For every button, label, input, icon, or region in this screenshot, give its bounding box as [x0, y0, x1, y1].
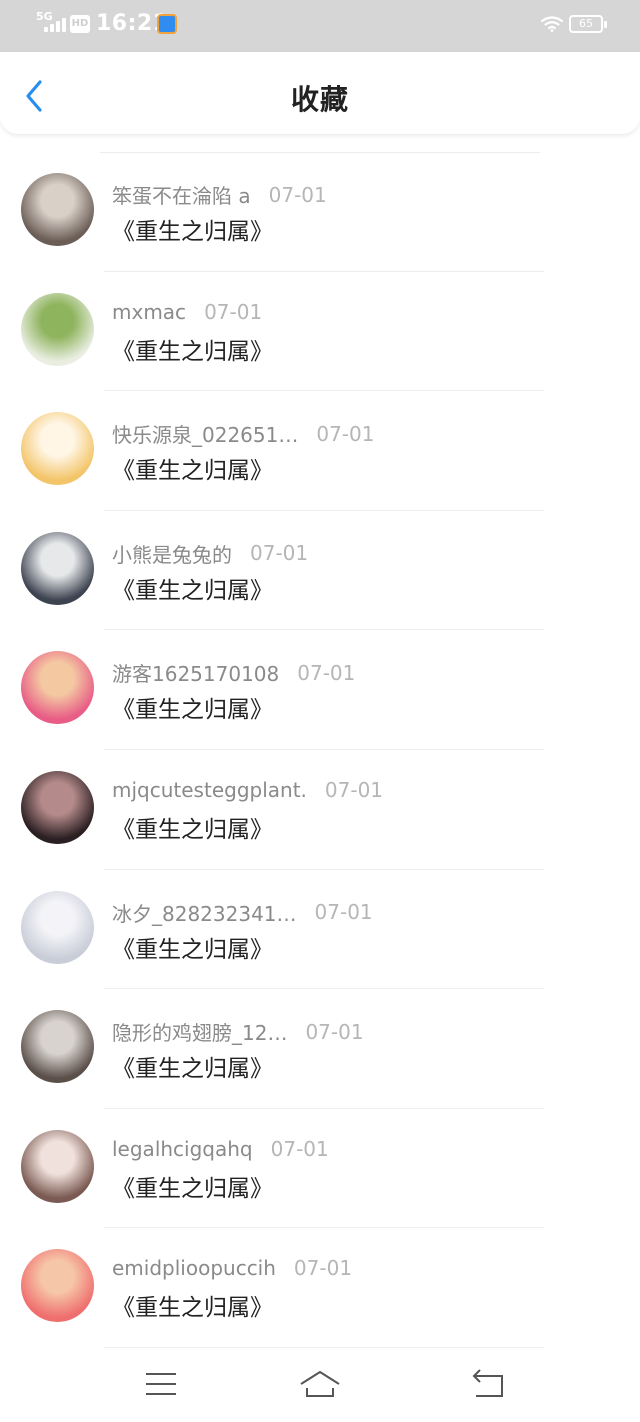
page-title: 收藏	[290, 83, 349, 116]
home-icon	[300, 1371, 340, 1397]
book-title[interactable]: 《重生之归属》	[112, 212, 273, 246]
favorites-list: 笨蛋不在淪陷 a 07-01 《重生之归属》 mxmac 07-01 《重生之归属》 快乐源…	[0, 152, 640, 1348]
item-meta: 小熊是兔兔的 07-01	[112, 539, 308, 567]
username: legalhcigqahq	[112, 1136, 253, 1161]
username: 游客1625170108	[112, 662, 280, 687]
item-meta: 快乐源泉_022651… 07-01	[112, 419, 375, 448]
item-meta: mjqcutesteggplant. 07-01	[112, 778, 383, 806]
book-title[interactable]: 《重生之归属》	[112, 930, 273, 964]
list-item[interactable]: 隐形的鸡翅膀_12… 07-01 《重生之归属》	[0, 989, 640, 1109]
list-item[interactable]: mjqcutesteggplant. 07-01 《重生之归属》	[0, 750, 640, 870]
avatar[interactable]	[21, 173, 94, 246]
username: 小熊是兔兔的	[112, 542, 232, 567]
list-item[interactable]: 小熊是兔兔的 07-01 《重生之归属》	[0, 511, 640, 631]
date: 07-01	[305, 1019, 364, 1044]
avatar[interactable]	[21, 651, 94, 725]
hd-icon: HD	[70, 15, 90, 33]
avatar[interactable]	[21, 412, 94, 486]
avatar[interactable]	[21, 1129, 94, 1203]
date: 07-01	[270, 1136, 329, 1161]
date: 07-01	[268, 182, 327, 207]
system-navigation-bar	[0, 1350, 640, 1422]
username: 笨蛋不在淪陷 a	[112, 184, 251, 208]
username: mjqcutesteggplant.	[112, 777, 307, 802]
list-item[interactable]: 游客1625170108 07-01 《重生之归属》	[0, 630, 640, 750]
divider	[104, 1346, 544, 1348]
date: 07-01	[297, 660, 356, 685]
avatar[interactable]	[21, 770, 94, 844]
list-item[interactable]: emidplioopuccih 07-01 《重生之归属》	[0, 1228, 640, 1348]
book-title[interactable]: 《重生之归属》	[112, 1288, 273, 1322]
avatar[interactable]	[21, 1249, 94, 1323]
item-meta: 冰夕_828232341… 07-01	[112, 898, 373, 926]
app-notification-icon	[157, 14, 177, 34]
list-item[interactable]: legalhcigqahq 07-01 《重生之归属》	[0, 1109, 640, 1229]
network-type: 5G	[36, 10, 53, 23]
username: emidplioopuccih	[112, 1256, 276, 1281]
list-item[interactable]: 笨蛋不在淪陷 a 07-01 《重生之归属》	[0, 152, 640, 272]
book-title[interactable]: 《重生之归属》	[112, 571, 273, 605]
username: 冰夕_828232341…	[112, 901, 297, 926]
avatar[interactable]	[21, 292, 94, 366]
favorites-screen: 5G HD 16:21 65 收藏 笨蛋不在淪陷 a 07-01 《重生之归属》 mx…	[0, 0, 640, 1422]
item-meta: 隐形的鸡翅膀_12… 07-01	[112, 1017, 364, 1046]
username: mxmac	[112, 299, 187, 324]
back-icon	[472, 1369, 503, 1397]
date: 07-01	[204, 299, 263, 324]
item-meta: 游客1625170108 07-01	[112, 658, 356, 687]
list-item[interactable]: mxmac 07-01 《重生之归属》	[0, 272, 640, 392]
item-meta: legalhcigqahq 07-01	[112, 1137, 329, 1165]
list-item[interactable]: 冰夕_828232341… 07-01 《重生之归属》	[0, 870, 640, 990]
book-title[interactable]: 《重生之归属》	[112, 810, 273, 844]
book-title[interactable]: 《重生之归属》	[112, 690, 273, 724]
menu-icon	[146, 1373, 176, 1395]
book-title[interactable]: 《重生之归属》	[112, 332, 273, 366]
avatar[interactable]	[21, 1010, 94, 1084]
item-meta: emidplioopuccih 07-01	[112, 1256, 352, 1284]
date: 07-01	[324, 777, 384, 802]
home-button[interactable]	[298, 1364, 342, 1404]
date: 07-01	[314, 900, 373, 925]
username: 隐形的鸡翅膀_12…	[112, 1021, 288, 1046]
wifi-icon	[541, 16, 563, 32]
book-title[interactable]: 《重生之归属》	[112, 1049, 273, 1083]
status-bar: 5G HD 16:21 65	[0, 0, 640, 52]
date: 07-01	[316, 421, 375, 446]
list-item[interactable]: 快乐源泉_022651… 07-01 《重生之归属》	[0, 391, 640, 511]
avatar[interactable]	[21, 890, 94, 964]
book-title[interactable]: 《重生之归属》	[112, 451, 273, 485]
book-title[interactable]: 《重生之归属》	[112, 1169, 273, 1203]
item-meta: 笨蛋不在淪陷 a 07-01	[112, 180, 327, 209]
avatar[interactable]	[21, 531, 94, 605]
battery-icon: 65	[569, 15, 607, 33]
date: 07-01	[293, 1256, 353, 1281]
item-meta: mxmac 07-01	[112, 300, 262, 328]
signal-icon: 5G	[36, 10, 66, 34]
back-nav-button[interactable]	[466, 1364, 510, 1404]
date: 07-01	[250, 541, 309, 566]
navigation-bar: 收藏	[0, 52, 640, 134]
menu-button[interactable]	[138, 1364, 182, 1404]
username: 快乐源泉_022651…	[112, 423, 299, 448]
